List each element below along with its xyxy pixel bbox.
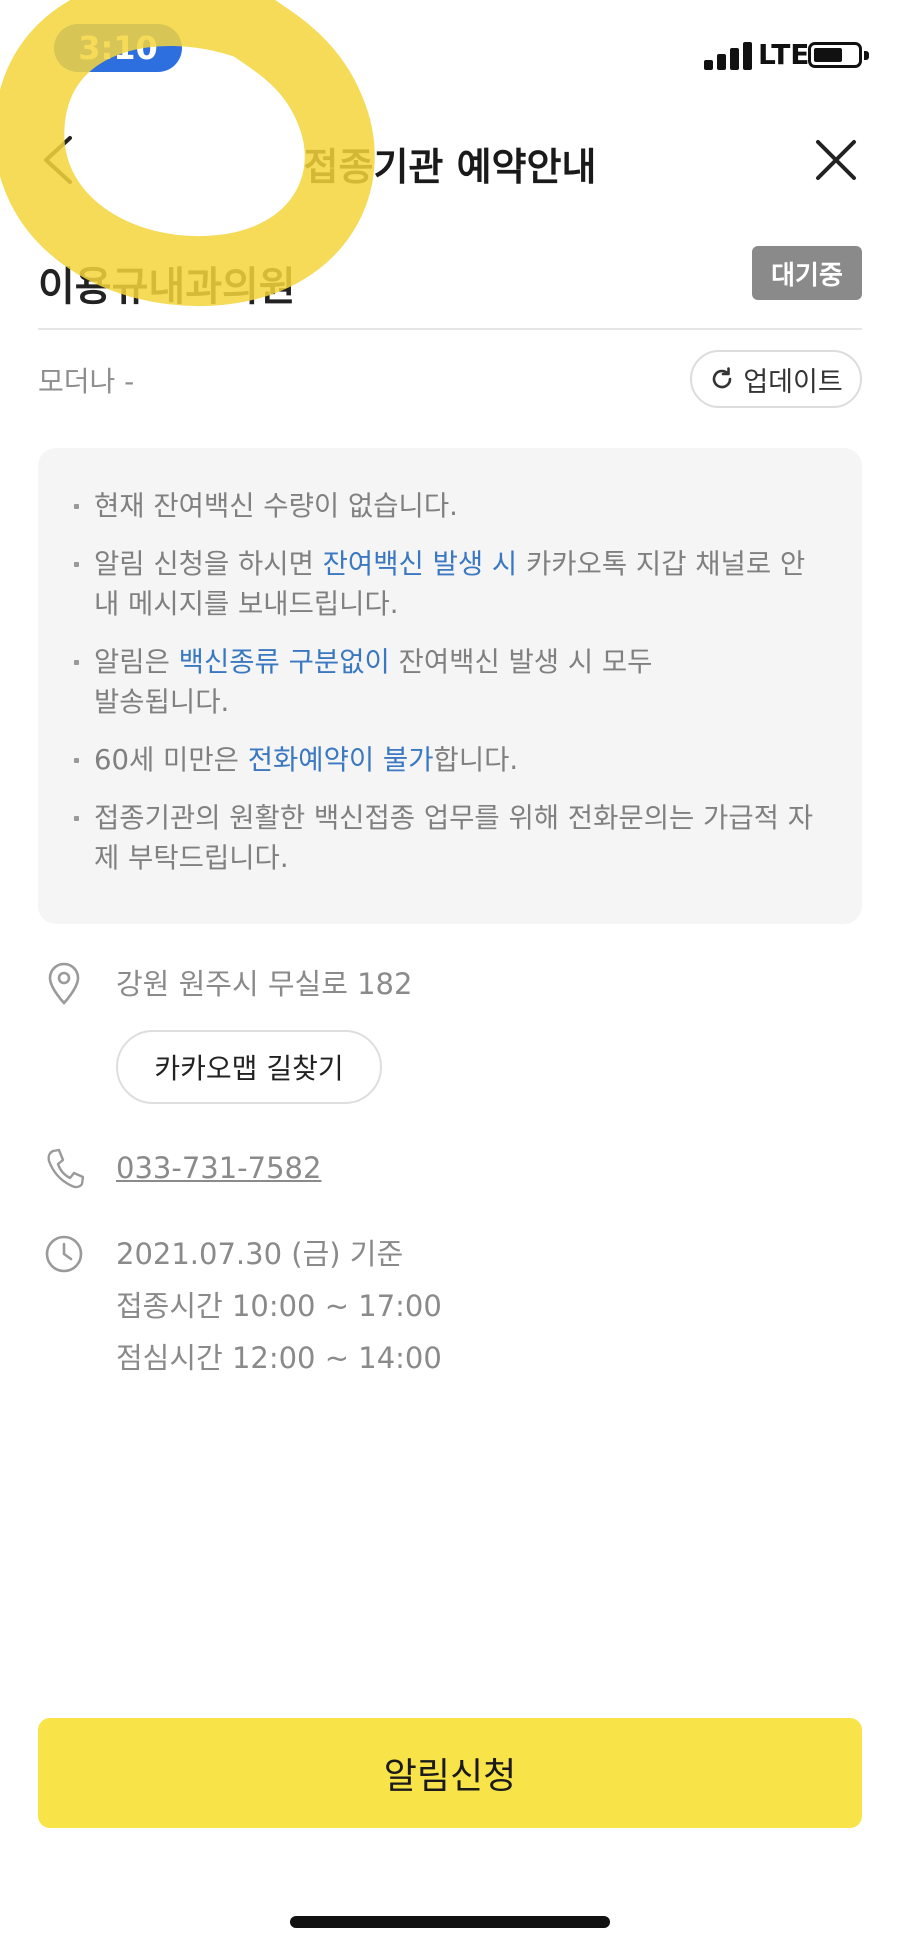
clinic-row: 이용규내과의원 대기중: [38, 240, 862, 330]
notice-text: 발송됩니다.: [94, 686, 230, 718]
notice-item: 현재 잔여백신 수량이 없습니다.: [74, 486, 826, 526]
notice-highlight: 잔여백신 발생 시: [322, 548, 518, 580]
status-bar: 3:10 LTE: [0, 0, 900, 100]
hours-row: 2021.07.30 (금) 기준 접종시간 10:00 ~ 17:00 점심시…: [38, 1228, 862, 1388]
notice-text: 알림 신청을 하시면: [94, 548, 323, 580]
status-time[interactable]: 3:10: [54, 24, 182, 72]
notify-signup-button[interactable]: 알림신청: [38, 1718, 862, 1828]
refresh-icon: [713, 367, 732, 389]
vaccine-row: 모더나 - 업데이트: [38, 350, 862, 410]
phone-row: 033-731-7582: [38, 1142, 862, 1202]
notice-text: 접종기관의 원활한 백신접종 업무를 위해 전화문의는 가급적 자제 부탁드립니…: [94, 802, 813, 874]
address-text: 강원 원주시 무실로 182: [116, 967, 413, 1001]
notice-item: 60세 미만은 전화예약이 불가합니다.: [74, 740, 826, 780]
update-button[interactable]: 업데이트: [690, 350, 862, 408]
phone-icon: [47, 1148, 84, 1189]
date-line: 2021.07.30 (금) 기준: [116, 1237, 404, 1271]
notice-text: 합니다.: [433, 744, 519, 776]
clock-icon: [45, 1235, 83, 1273]
location-pin-icon: [48, 962, 80, 1005]
header: 접종기관 예약안내: [0, 110, 900, 210]
notice-text: 60세 미만은: [94, 744, 248, 776]
battery-icon: [808, 42, 869, 68]
vaccination-hours: 접종시간 10:00 ~ 17:00: [116, 1289, 442, 1323]
page-title: 접종기관 예약안내: [303, 145, 597, 189]
notice-highlight: 백신종류 구분없이: [178, 646, 390, 678]
phone-link[interactable]: 033-731-7582: [116, 1142, 321, 1194]
kakao-map-directions-button[interactable]: 카카오맵 길찾기: [116, 1030, 382, 1104]
update-label: 업데이트: [743, 366, 843, 398]
status-badge: 대기중: [752, 246, 862, 300]
close-icon: [816, 140, 856, 180]
network-label: LTE: [758, 38, 810, 71]
notice-highlight: 전화예약이 불가: [247, 744, 434, 776]
signal-icon: [704, 40, 754, 70]
notice-item: 알림 신청을 하시면 잔여백신 발생 시 카카오톡 지갑 채널로 안내 메시지를…: [74, 544, 826, 624]
address-row: 강원 원주시 무실로 182: [38, 958, 862, 1018]
notice-text: 알림은: [94, 646, 179, 678]
notice-text: 현재 잔여백신 수량이 없습니다.: [94, 490, 458, 522]
notice-item: 알림은 백신종류 구분없이 잔여백신 발생 시 모두 발송됩니다.: [74, 642, 826, 722]
home-indicator[interactable]: [290, 1916, 610, 1928]
notice-item: 접종기관의 원활한 백신접종 업무를 위해 전화문의는 가급적 자제 부탁드립니…: [74, 798, 826, 878]
clinic-name: 이용규내과의원: [38, 264, 296, 310]
notice-text: 잔여백신 발생 시 모두: [389, 646, 653, 678]
screen: 3:10 LTE 접종기관 예약안내 이용규내과의원 대기중 모더나 - 업데이…: [0, 0, 900, 1948]
vaccine-name: 모더나 -: [38, 365, 135, 398]
close-button[interactable]: [806, 130, 866, 190]
lunch-hours: 점심시간 12:00 ~ 14:00: [116, 1341, 442, 1375]
notice-box: 현재 잔여백신 수량이 없습니다. 알림 신청을 하시면 잔여백신 발생 시 카…: [38, 448, 862, 924]
hours-text: 2021.07.30 (금) 기준 접종시간 10:00 ~ 17:00 점심시…: [116, 1228, 442, 1384]
